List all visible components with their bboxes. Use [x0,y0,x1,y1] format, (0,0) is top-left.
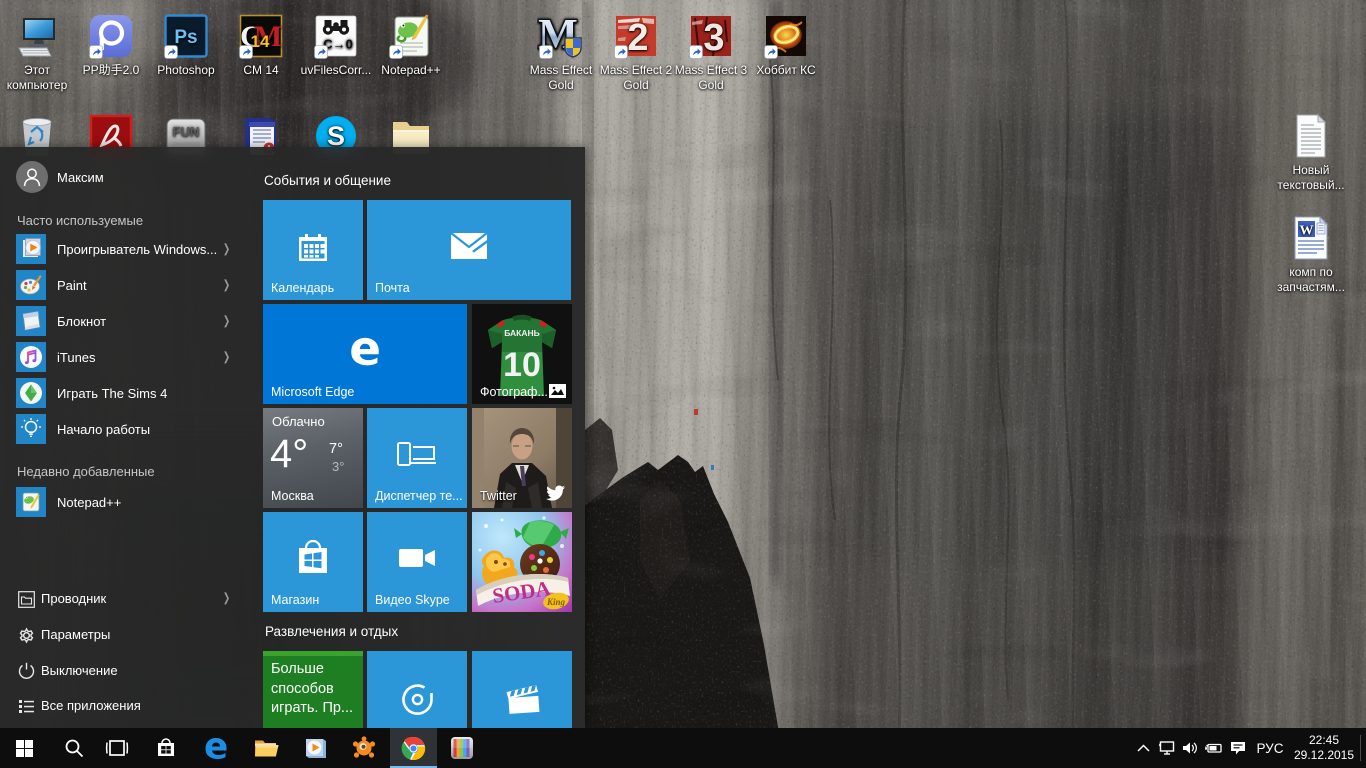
svg-text:3: 3 [703,17,724,59]
svg-text:2: 2 [627,17,648,59]
svg-text:W: W [1300,224,1314,239]
svg-text:БАКАНЬ: БАКАНЬ [504,328,540,338]
svg-text:Ps: Ps [174,27,197,48]
svg-text:FUN: FUN [173,124,200,139]
svg-text:14: 14 [251,32,270,51]
svg-text:King: King [546,597,566,607]
svg-text:10: 10 [503,346,541,384]
